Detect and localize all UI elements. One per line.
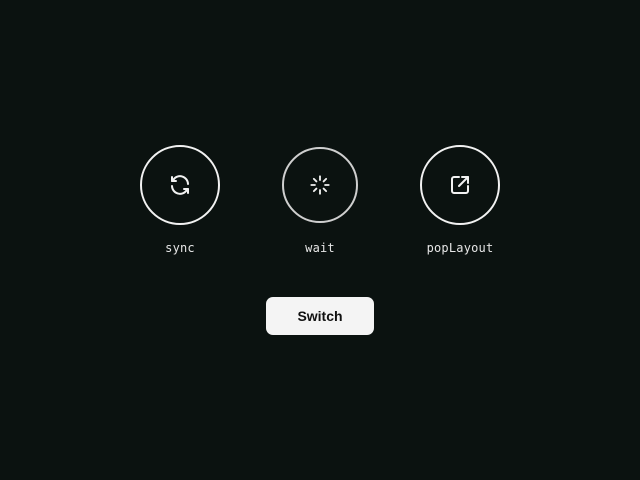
mode-label-wait: wait <box>305 241 335 255</box>
external-link-icon <box>448 173 472 197</box>
mode-label-sync: sync <box>165 241 195 255</box>
wait-mode-button[interactable] <box>282 147 358 223</box>
sync-mode-button[interactable] <box>140 145 220 225</box>
mode-label-poplayout: popLayout <box>426 241 494 255</box>
switch-button[interactable]: Switch <box>266 297 374 335</box>
mode-wait: wait <box>260 145 380 255</box>
spinner-icon <box>309 174 331 196</box>
poplayout-mode-button[interactable] <box>420 145 500 225</box>
mode-poplayout: popLayout <box>400 145 520 255</box>
sync-icon <box>168 173 192 197</box>
mode-sync: sync <box>120 145 240 255</box>
mode-demo-stage: sync wait popLayout Switch <box>0 0 640 480</box>
